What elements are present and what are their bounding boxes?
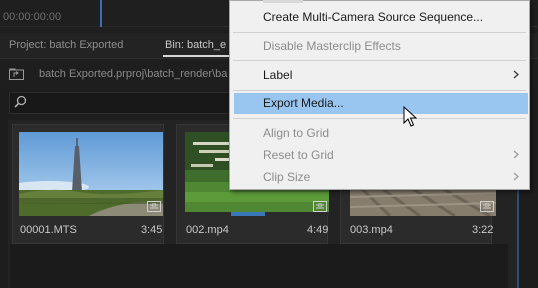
menu-item-reset-to-grid[interactable]: Reset to Grid [263, 148, 334, 162]
search-icon [14, 95, 27, 108]
clip-badge-icon [313, 201, 327, 212]
clip-duration: 3:22 [472, 224, 494, 236]
clip-name: 002.mp4 [186, 224, 229, 236]
up-folder-icon[interactable] [9, 68, 24, 80]
menu-separator [233, 118, 526, 119]
submenu-arrow-icon [513, 172, 519, 181]
clip-duration: 3:45 [141, 224, 163, 236]
menu-item-create-multicam[interactable]: Create Multi-Camera Source Sequence... [263, 10, 483, 24]
active-tab-indicator [163, 55, 235, 57]
playhead-marker[interactable] [100, 0, 102, 27]
menu-item-disable-masterclip-effects[interactable]: Disable Masterclip Effects [263, 39, 401, 53]
clip-badge-icon [147, 201, 161, 212]
menu-separator [233, 32, 526, 33]
menu-separator [233, 60, 526, 61]
submenu-arrow-icon [513, 70, 519, 79]
menu-item-label[interactable]: Label [263, 68, 292, 82]
menu-item-cut-off [263, 0, 303, 3]
menu-separator [233, 90, 526, 91]
timecode-readout: 00:00:00:00 [3, 11, 62, 23]
clip-duration: 4:49 [307, 224, 329, 236]
menu-item-export-media[interactable]: Export Media... [263, 96, 344, 110]
clip-name: 003.mp4 [350, 224, 393, 236]
search-input[interactable] [9, 92, 237, 114]
clip-badge-icon [480, 201, 494, 212]
clip-name: 00001.MTS [20, 224, 77, 236]
submenu-arrow-icon [513, 150, 519, 159]
tab-project[interactable]: Project: batch Exported [9, 39, 123, 51]
clip-thumbnail[interactable] [350, 187, 496, 216]
mouse-cursor-icon [403, 105, 418, 128]
menu-item-clip-size[interactable]: Clip Size [263, 170, 310, 184]
bin-path: batch Exported.prproj\batch_render\ba [39, 68, 228, 80]
bin-empty-area [10, 244, 508, 288]
menu-item-align-to-grid[interactable]: Align to Grid [263, 126, 329, 140]
clip-thumbnail[interactable] [19, 132, 163, 216]
tab-bin[interactable]: Bin: batch_e [165, 39, 226, 51]
